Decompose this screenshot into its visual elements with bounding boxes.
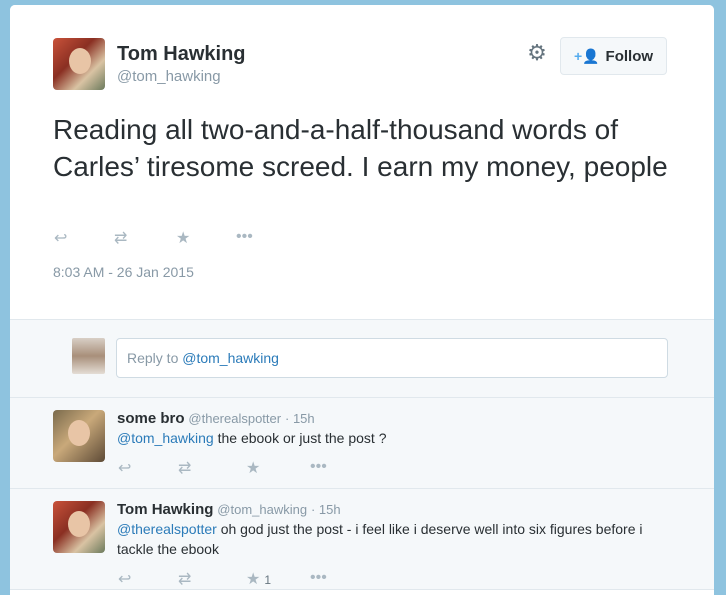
reply-box: Reply to @tom_hawking: [10, 319, 714, 398]
avatar-face: [68, 511, 90, 537]
reply-body: the ebook or just the post ?: [213, 430, 387, 446]
reply-actions: ↩ ⇄ ★ •••: [118, 458, 327, 478]
viewer-avatar: [72, 338, 105, 374]
favorite-icon[interactable]: ★: [246, 458, 310, 478]
reply-mention-link[interactable]: @therealspotter: [117, 521, 217, 537]
favorite-count: 1: [264, 573, 272, 587]
reply-avatar[interactable]: [53, 501, 105, 553]
reply-header: some bro @therealspotter · 15h: [117, 410, 315, 427]
author-name[interactable]: Tom Hawking: [117, 43, 246, 66]
reply-text: @therealspotter oh god just the post - i…: [117, 519, 657, 559]
reply-item[interactable]: Tom Hawking @tom_hawking · 15h @thereals…: [10, 489, 714, 590]
author-avatar[interactable]: [53, 38, 105, 90]
avatar-face: [69, 48, 91, 74]
more-icon[interactable]: •••: [310, 458, 327, 478]
follow-person-icon: +👤: [573, 47, 600, 64]
retweet-icon[interactable]: ⇄: [178, 458, 246, 478]
follow-button[interactable]: +👤 Follow: [560, 37, 667, 75]
avatar-face: [68, 420, 90, 446]
more-icon[interactable]: •••: [310, 569, 327, 589]
reply-author-name[interactable]: some bro: [117, 410, 185, 427]
tweet-timestamp[interactable]: 8:03 AM - 26 Jan 2015: [53, 264, 194, 280]
tweet-card: Tom Hawking @tom_hawking ⚙ +👤 Follow Rea…: [10, 5, 714, 595]
reply-time[interactable]: · 15h: [311, 502, 341, 517]
reply-author-handle[interactable]: @tom_hawking: [217, 502, 307, 517]
reply-prefix: Reply to: [127, 350, 183, 366]
tweet-text: Reading all two-and-a-half-thousand word…: [53, 114, 668, 182]
author-handle[interactable]: @tom_hawking: [117, 68, 221, 85]
reply-actions: ↩ ⇄ ★ 1 •••: [118, 569, 327, 589]
reply-author-name[interactable]: Tom Hawking: [117, 501, 213, 518]
favorite-icon[interactable]: ★: [176, 228, 236, 248]
reply-mention: @tom_hawking: [182, 350, 279, 366]
reply-text: @tom_hawking the ebook or just the post …: [117, 428, 657, 448]
reply-icon[interactable]: ↩: [54, 228, 114, 248]
reply-mention-link[interactable]: @tom_hawking: [117, 430, 214, 446]
favorite-icon[interactable]: ★ 1: [246, 569, 310, 589]
reply-time[interactable]: · 15h: [285, 411, 315, 426]
reply-input[interactable]: Reply to @tom_hawking: [116, 338, 668, 378]
gear-icon[interactable]: ⚙: [526, 42, 548, 64]
reply-author-handle[interactable]: @therealspotter: [188, 411, 281, 426]
retweet-icon[interactable]: ⇄: [114, 228, 176, 248]
reply-avatar[interactable]: [53, 410, 105, 462]
follow-label: Follow: [605, 47, 654, 65]
reply-item[interactable]: some bro @therealspotter · 15h @tom_hawk…: [10, 398, 714, 489]
reply-header: Tom Hawking @tom_hawking · 15h: [117, 501, 341, 518]
main-tweet: Tom Hawking @tom_hawking ⚙ +👤 Follow Rea…: [10, 5, 714, 319]
more-icon[interactable]: •••: [236, 228, 253, 248]
tweet-actions: ↩ ⇄ ★ •••: [54, 228, 253, 248]
reply-icon[interactable]: ↩: [118, 569, 178, 589]
reply-icon[interactable]: ↩: [118, 458, 178, 478]
retweet-icon[interactable]: ⇄: [178, 569, 246, 589]
